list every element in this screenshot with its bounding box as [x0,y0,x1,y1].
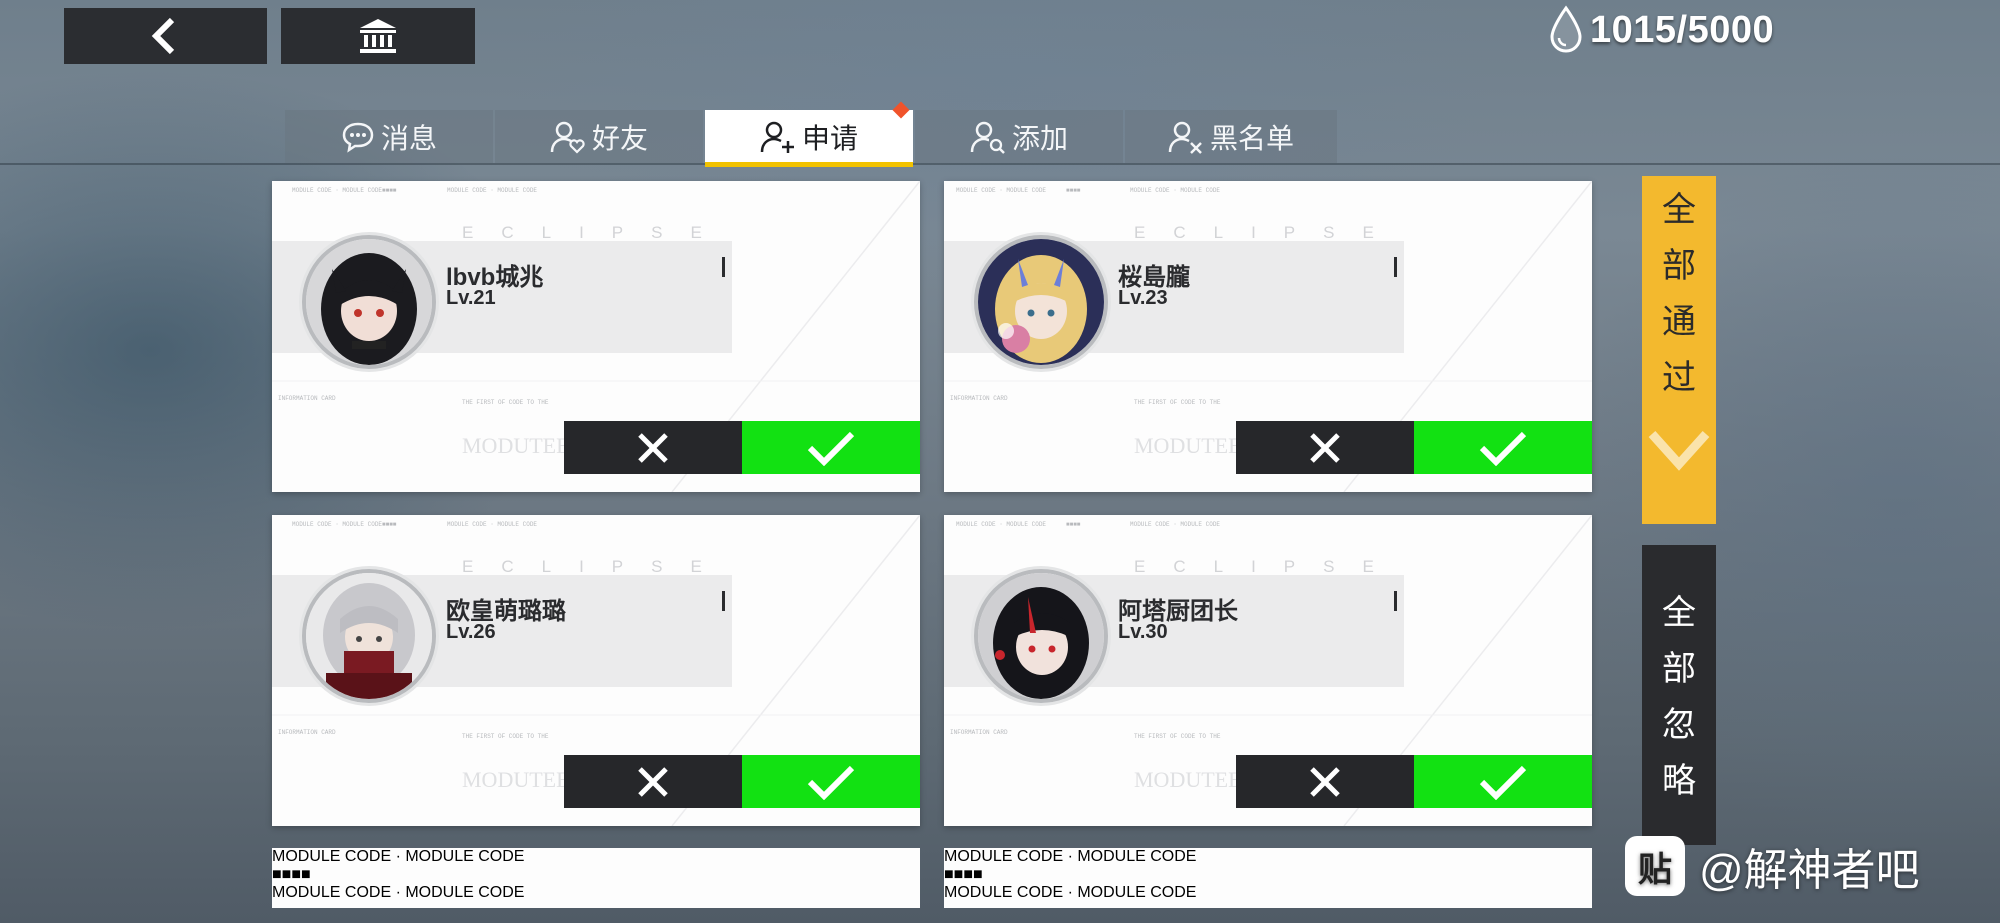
eclipse-watermark: ECLIPSE [462,557,730,576]
close-icon [1310,766,1340,797]
home-button[interactable] [281,8,475,64]
eclipse-watermark: ECLIPSE [1134,557,1402,576]
label-char: 部 [1662,650,1696,688]
avatar[interactable] [302,569,436,703]
reject-button[interactable] [1236,421,1414,474]
friend-request-card: MODULE CODE · MODULE CODE ■■■■ MODULE CO… [272,181,920,492]
back-button[interactable] [64,8,267,64]
accept-button[interactable] [742,421,920,474]
chat-bubble-icon [341,121,375,153]
accept-button[interactable] [1414,421,1592,474]
friend-heart-icon [550,120,586,154]
checkmark-icon [1479,765,1527,800]
player-level: Lv.30 [1118,621,1168,643]
tab-label: 添加 [1011,122,1068,154]
user-search-icon [970,120,1006,154]
tieba-watermark: 贴 @解神者吧 [1625,834,1920,898]
notification-dot [892,101,910,119]
tieba-logo-icon: 贴 [1625,836,1685,896]
friend-request-card: MODULE CODE · MODULE CODE ■■■■ MODULE CO… [944,181,1592,492]
module-watermark: MODUTEE [462,767,570,792]
tab-label: 好友 [591,122,648,154]
checkmark-icon [807,765,855,800]
chevron-left-icon [151,17,174,55]
user-block-icon [1168,120,1204,154]
chevron-down-icon [1648,430,1710,471]
approve-all-button[interactable]: 全部通过 [1642,176,1716,524]
tab-messages[interactable]: 消息 [285,110,493,163]
tab-requests[interactable]: 申请 [705,101,913,167]
friend-request-card: MODULE CODE · MODULE CODE ■■■■ MODULE CO… [272,515,920,826]
label-char: 全 [1662,594,1696,632]
ignore-all-button[interactable]: 全部忽略 [1642,545,1716,845]
player-level: Lv.21 [446,287,496,309]
module-watermark: MODUTEE [1134,433,1242,458]
bank-icon [360,19,396,53]
avatar[interactable] [302,235,436,369]
tab-label: 申请 [801,122,858,154]
avatar[interactable] [974,569,1108,703]
separator-mark [722,591,725,611]
reject-button[interactable] [564,755,742,808]
approve-all-label: 全部通过 [1662,182,1696,406]
label-char: 通 [1662,303,1696,341]
eclipse-watermark: ECLIPSE [1134,223,1402,242]
tab-label: 黑名单 [1209,122,1294,154]
checkmark-icon [807,431,855,466]
watermark-text: @解神者吧 [1699,846,1920,895]
friend-request-card: MODULE CODE · MODULE CODE ■■■■ MODULE CO… [944,515,1592,826]
close-icon [1310,432,1340,463]
tab-label: 消息 [380,122,437,154]
accept-button[interactable] [1414,755,1592,808]
close-icon [638,432,668,463]
tab-bar: 消息 好友 申请 添加 黑名单 [0,101,2000,167]
player-level: Lv.23 [1118,287,1168,309]
separator-mark [722,257,725,277]
eclipse-watermark: ECLIPSE [462,223,730,242]
tab-friends[interactable]: 好友 [495,110,703,163]
friend-request-card-partial: MODULE CODE · MODULE CODE ■■■■ MODULE CO… [944,848,1592,908]
currency-display: 1015/5000 [1548,2,1774,58]
reject-button[interactable] [1236,755,1414,808]
tab-add[interactable]: 添加 [915,110,1123,163]
water-drop-icon [1550,5,1582,53]
friend-request-card-partial: MODULE CODE · MODULE CODE ■■■■ MODULE CO… [272,848,920,908]
avatar[interactable] [974,235,1108,369]
separator-mark [1394,591,1397,611]
close-icon [638,766,668,797]
label-char: 全 [1662,191,1696,229]
module-watermark: MODUTEE [1134,767,1242,792]
tab-bar-divider [0,163,2000,165]
label-char: 忽 [1662,706,1696,744]
currency-value: 1015/5000 [1590,8,1775,51]
label-char: 略 [1662,762,1696,800]
player-level: Lv.26 [446,621,496,643]
user-add-icon [760,120,796,154]
reject-button[interactable] [564,421,742,474]
accept-button[interactable] [742,755,920,808]
ignore-all-label: 全部忽略 [1662,585,1696,809]
checkmark-icon [1479,431,1527,466]
label-char: 部 [1662,247,1696,285]
separator-mark [1394,257,1397,277]
label-char: 过 [1662,359,1696,397]
module-watermark: MODUTEE [462,433,570,458]
tab-blacklist[interactable]: 黑名单 [1125,110,1337,163]
